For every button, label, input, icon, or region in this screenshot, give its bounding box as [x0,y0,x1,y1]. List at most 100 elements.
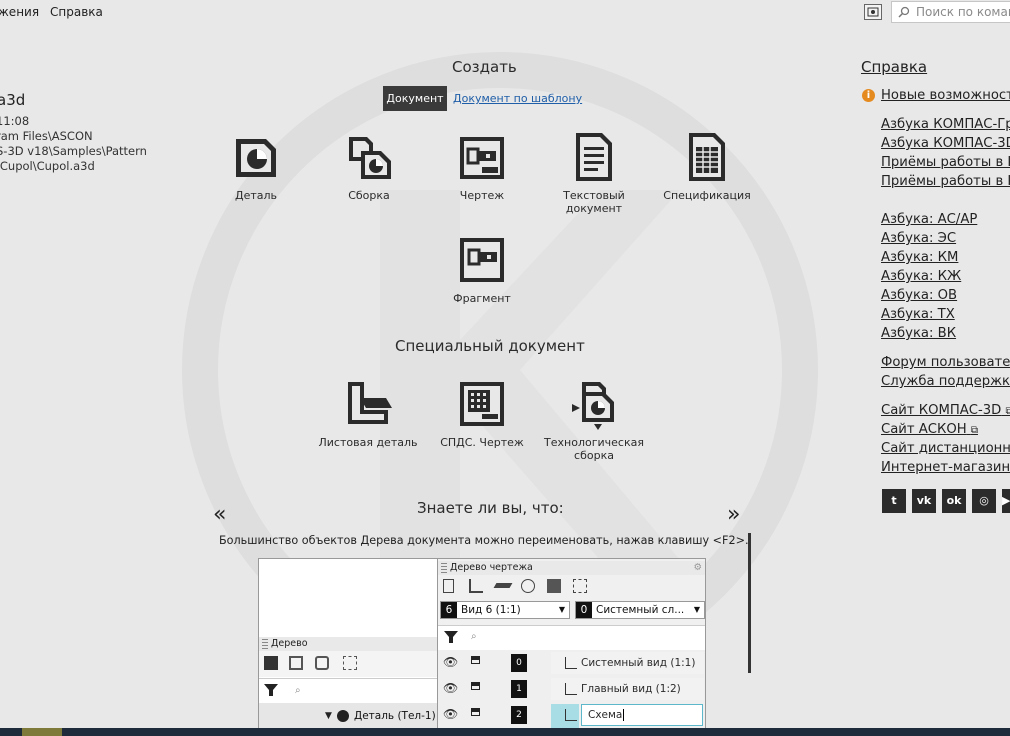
tree-filter-icon [263,682,279,698]
tree-panel-header: Дерево [259,637,437,651]
command-search-placeholder: Поиск по команд [916,5,1010,19]
spds-drawing-icon [460,382,504,426]
tree-expand-icon: ▼ [325,711,332,721]
tip-scrollbar[interactable] [748,533,751,673]
help-link-support[interactable]: Служба поддержки [881,374,1010,389]
odnoklassniki-icon[interactable]: ok [942,489,966,513]
view-icon [565,709,577,721]
tab-document[interactable]: Документ [383,86,447,111]
help-link-abc-kzh[interactable]: Азбука: КЖ [881,269,961,284]
drawing-tree-filter-icon [443,629,459,645]
help-link-abc-as-ar[interactable]: Азбука: АС/АР [881,212,977,227]
view-select-label: Вид 6 (1:1) [461,604,521,616]
help-section-title[interactable]: Справка [861,58,927,76]
next-tip-button[interactable]: » [727,502,740,527]
recent-document-time: 11:08 [0,114,30,128]
help-link-abc-ov[interactable]: Азбука: ОВ [881,288,957,303]
menu-applications[interactable]: жения [0,5,39,19]
help-link-abc-km[interactable]: Азбука: КМ [881,250,958,265]
search-icon [898,6,910,18]
recent-document-path-2: S-3D v18\Samples\Pattern [0,144,147,158]
external-link-icon: ⧉ [970,425,978,436]
create-spds-drawing-label: СПДС. Чертеж [440,436,524,449]
row-label-0: Системный вид (1:1) [581,657,696,669]
specification-icon [689,133,725,181]
help-link-news[interactable]: Новые возможности [881,88,1010,103]
assembly-icon [349,137,391,179]
tab-document-by-template[interactable]: Документ по шаблону [453,92,582,105]
row-number-1: 1 [511,680,527,698]
help-link-online-store[interactable]: Интернет-магазин А [881,460,1010,475]
help-link-abc-kompas-graph[interactable]: Азбука КОМПАС-Гр [881,117,1010,132]
recent-document-path-3: \Cupol\Cupol.a3d [0,159,95,173]
create-sheet-part-button[interactable]: Листовая деталь [313,378,423,449]
twitter-icon[interactable]: t [882,489,906,513]
row-label-2: Схема [588,709,623,721]
tip-illustration: Дерево ⌕ ▼ Деталь (Тел-1) Дерево чертежа… [258,558,706,736]
taskbar-app-button[interactable] [22,728,62,736]
objects-icon [521,579,535,593]
instagram-icon[interactable]: ◎ [972,489,996,513]
rename-view-input[interactable]: Схема [581,704,703,726]
layer-icon [493,583,513,588]
special-document-section-title: Специальный документ [395,337,585,355]
drawing-tree-title: Дерево чертежа [450,562,533,573]
view-select[interactable]: 6 Вид 6 (1:1) ▼ [440,601,570,619]
create-spds-drawing-button[interactable]: СПДС. Чертеж [427,378,537,449]
eye-icon: 👁 [443,707,459,721]
create-section-title: Создать [452,58,517,76]
help-link-techniques-2[interactable]: Приёмы работы в К [881,174,1010,189]
eye-icon: 👁 [443,655,459,669]
help-link-abc-vk[interactable]: Азбука: ВК [881,326,956,341]
create-assembly-button[interactable]: Сборка [314,131,424,202]
view-icon [469,579,483,593]
tree-structure-icon [264,656,278,670]
create-fragment-button[interactable]: Фрагмент [427,234,537,305]
vk-icon[interactable]: vk [912,489,936,513]
help-link-abc-kompas-3d[interactable]: Азбука КОМПАС-3D [881,136,1010,151]
create-part-label: Деталь [234,189,278,202]
help-link-techniques-1[interactable]: Приёмы работы в К [881,155,1010,170]
view-select-number: 6 [441,602,457,618]
tree-search-icon: ⌕ [295,685,301,696]
create-technological-assembly-button[interactable]: Технологическая сборка [539,378,649,462]
layer-select-label: Системный сл... [596,604,685,616]
part-icon [236,139,276,177]
lock-icon [471,708,480,716]
eye-icon: 👁 [443,681,459,695]
help-link-abc-th[interactable]: Азбука: ТХ [881,307,955,322]
drawing-tree-header: Дерево чертежа ⚙ [438,561,705,575]
row-number-0: 0 [511,654,527,672]
recent-document-path-1: ram Files\ASCON [0,129,93,143]
create-text-document-button[interactable]: Текстовый документ [539,131,649,215]
fragment-icon [460,238,504,282]
panel-toggle-icon[interactable] [864,4,882,20]
create-part-button[interactable]: Деталь [201,131,311,202]
previous-tip-button[interactable]: « [213,502,226,527]
gear-icon: ⚙ [693,562,702,573]
row-label-1: Главный вид (1:2) [581,683,681,695]
create-technological-assembly-label: Технологическая сборка [544,436,644,462]
command-search-input[interactable]: Поиск по команд [891,1,1010,23]
create-drawing-button[interactable]: Чертеж [427,131,537,202]
help-link-user-forum[interactable]: Форум пользовател [881,355,1010,370]
help-link-distance-site[interactable]: Сайт дистанционног [881,441,1010,456]
create-fragment-label: Фрагмент [453,292,511,305]
recent-document-title[interactable]: a3d [0,91,25,109]
youtube-icon[interactable]: ▶ [1002,489,1010,513]
sheet-icon [443,579,454,593]
create-specification-button[interactable]: Спецификация [652,131,762,202]
help-link-abc-es[interactable]: Азбука: ЭС [881,231,956,246]
tip-text: Большинство объектов Дерева документа мо… [219,534,749,547]
create-drawing-label: Чертеж [459,189,505,202]
help-link-kompas-site[interactable]: Сайт КОМПАС-3D ⧉ [881,403,1010,418]
lock-icon [471,682,480,690]
drawing-icon [460,137,504,179]
drawing-tree-search-icon: ⌕ [471,631,477,642]
layer-select[interactable]: 0 Системный сл... ▼ [575,601,705,619]
menu-help[interactable]: Справка [50,5,103,19]
info-icon: i [862,89,875,102]
layer-select-number: 0 [576,602,592,618]
lock-icon [471,656,480,664]
help-link-ascon-site[interactable]: Сайт АСКОН ⧉ [881,422,978,437]
